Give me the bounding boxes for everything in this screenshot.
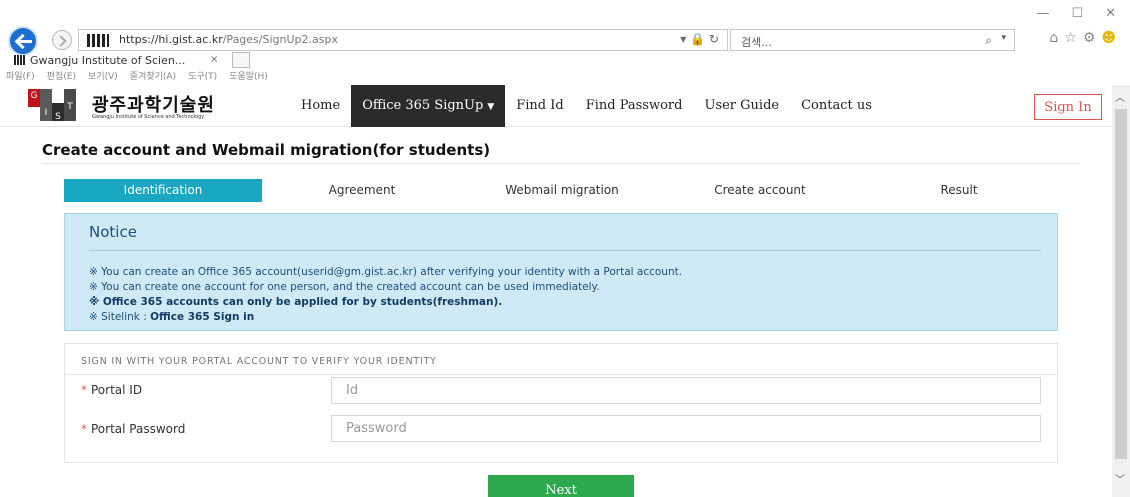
nav-office365-label: Office 365 SignUp [362,98,484,113]
feedback-smiley-icon[interactable]: ☻ [1101,30,1116,46]
url-host: https://hi.gist.ac.kr [119,33,223,46]
form-heading: SIGN IN WITH YOUR PORTAL ACCOUNT TO VERI… [81,356,437,367]
caret-down-icon: ▼ [487,102,495,112]
settings-gear-icon[interactable]: ⚙ [1083,30,1096,46]
page-title: Create account and Webmail migration(for… [42,141,491,159]
close-button[interactable]: ✕ [1105,6,1116,21]
notice-title: Notice [89,223,137,241]
notice-line-2: ※ You can create one account for one per… [89,281,600,293]
menu-view[interactable]: 보기(V) [88,69,118,82]
portal-password-input[interactable] [331,415,1041,442]
scroll-thumb[interactable] [1115,109,1127,459]
menu-edit[interactable]: 편집(E) [47,69,76,82]
search-placeholder: 검색... [741,36,772,49]
address-tools: ▾ 🔒 ↻ [680,32,719,46]
address-bar[interactable]: https://hi.gist.ac.kr/Pages/SignUp2.aspx… [78,29,728,51]
new-tab-button[interactable] [232,52,250,68]
nav-home[interactable]: Home [290,85,351,127]
nav-find-id[interactable]: Find Id [505,85,574,127]
logo-letter-s: S [52,103,64,122]
page-scrollbar[interactable]: ︿ ﹀ [1112,85,1130,497]
url-text: https://hi.gist.ac.kr/Pages/SignUp2.aspx [119,33,338,46]
notice-body: ※ You can create an Office 365 account(u… [89,265,682,325]
step-result: Result [940,183,978,197]
menu-favorites[interactable]: 즐겨찾기(A) [130,69,176,82]
step-create-account: Create account [714,183,806,197]
dropdown-icon[interactable]: ▾ [680,32,686,46]
site-favicon-icon [87,34,109,47]
logo-english-name: Gwangju Institute of Science and Technol… [92,114,205,120]
menu-tools[interactable]: 도구(T) [188,69,217,82]
nav-find-password[interactable]: Find Password [575,85,694,127]
portal-password-label-text: Portal Password [91,422,186,436]
search-dropdown-icon[interactable]: ▾ [1001,33,1006,43]
notice-line-3: ※ Office 365 accounts can only be applie… [89,296,503,308]
menu-help[interactable]: 도움말(H) [229,69,268,82]
sitelink-prefix: ※ Sitelink : [89,311,151,323]
tab-title: Gwangju Institute of Scien... [30,54,186,67]
browser-chrome: https://hi.gist.ac.kr/Pages/SignUp2.aspx… [0,0,1130,56]
step-webmail-migration: Webmail migration [505,183,619,197]
scroll-down-icon[interactable]: ﹀ [1115,471,1125,486]
menu-bar: 파일(F) 편집(E) 보기(V) 즐겨찾기(A) 도구(T) 도움말(H) [6,69,268,82]
scroll-up-icon[interactable]: ︿ [1115,89,1125,104]
nav-user-guide[interactable]: User Guide [693,85,790,127]
toolbar-icons: ⌂ ☆ ⚙ ☻ [1049,30,1116,46]
office365-signin-link[interactable]: Office 365 Sign in [150,311,254,323]
step-identification: Identification [64,179,262,202]
gist-logo[interactable]: G I S T [28,89,78,122]
form-divider [65,374,1057,375]
next-button[interactable]: Next [488,475,634,497]
forward-arrow-icon[interactable] [52,30,72,50]
notice-line-4: ※ Sitelink : Office 365 Sign in [89,310,682,325]
nav-contact-us[interactable]: Contact us [790,85,883,127]
notice-line-1: ※ You can create an Office 365 account(u… [89,266,683,278]
notice-panel: Notice ※ You can create an Office 365 ac… [64,213,1058,331]
tab-close-icon[interactable]: × [210,54,218,65]
logo-letter-g: G [28,89,40,107]
search-icon[interactable]: ⌕ [985,33,992,48]
portal-id-label: * Portal ID [81,383,142,397]
portal-signin-form: SIGN IN WITH YOUR PORTAL ACCOUNT TO VERI… [64,343,1058,463]
site-header: G I S T 광주과학기술원 Gwangju Institute of Sci… [0,85,1112,127]
portal-id-label-text: Portal ID [91,383,143,397]
notice-divider [89,250,1041,251]
search-box[interactable]: 검색... ⌕ ▾ [730,29,1015,51]
home-icon[interactable]: ⌂ [1049,30,1058,46]
required-asterisk: * [81,383,87,397]
logo-letter-i: I [40,89,52,121]
portal-id-input[interactable] [331,377,1041,404]
tab-favicon-icon [14,55,26,65]
minimize-button[interactable]: — [1036,6,1049,21]
lock-icon[interactable]: 🔒 [690,32,705,46]
browser-tab[interactable]: Gwangju Institute of Scien... × [10,52,230,70]
title-divider [42,163,1080,164]
window-controls: — ☐ ✕ [1036,6,1116,21]
favorites-star-icon[interactable]: ☆ [1064,30,1077,46]
step-agreement: Agreement [328,183,396,197]
maximize-button[interactable]: ☐ [1071,6,1083,21]
logo-letter-t: T [64,89,76,121]
refresh-icon[interactable]: ↻ [709,32,719,46]
url-path: /Pages/SignUp2.aspx [222,33,338,46]
required-asterisk: * [81,422,87,436]
sign-in-button[interactable]: Sign In [1034,94,1102,120]
nav-office365-signup[interactable]: Office 365 SignUp ▼ [351,85,506,127]
main-nav: Home Office 365 SignUp ▼ Find Id Find Pas… [290,85,883,127]
menu-file[interactable]: 파일(F) [6,69,35,82]
portal-password-label: * Portal Password [81,422,185,436]
progress-steps: Identification Agreement Webmail migrati… [64,179,1064,202]
